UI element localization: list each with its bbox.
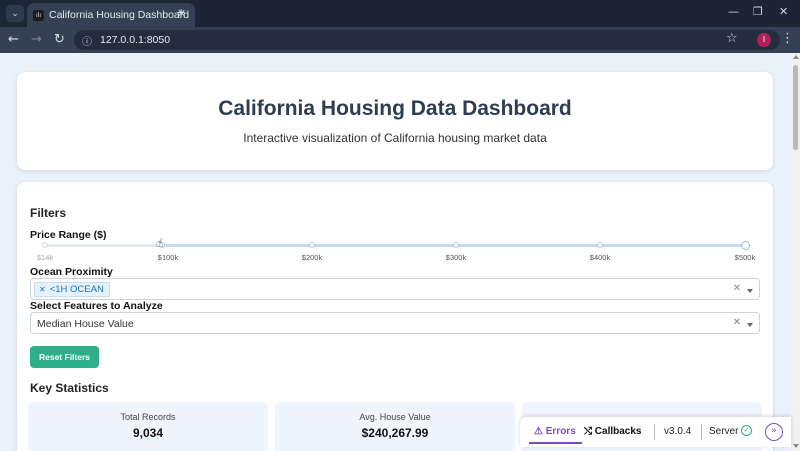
chevron-down-icon[interactable] bbox=[747, 323, 753, 327]
key-statistics-heading: Key Statistics bbox=[30, 381, 109, 395]
filters-heading: Filters bbox=[30, 206, 67, 220]
divider bbox=[701, 424, 702, 440]
browser-tab-bar: ⌄ ılı California Housing Dashboard ✕ + —… bbox=[0, 0, 800, 27]
filters-card: Filters Price Range ($) ☝ $14k $100k $20… bbox=[17, 182, 773, 451]
scroll-down-icon[interactable] bbox=[793, 444, 799, 448]
reset-filters-button[interactable]: Reset Filters bbox=[30, 346, 99, 368]
restore-icon[interactable]: ❐ bbox=[753, 5, 763, 18]
debug-collapse-icon[interactable]: » bbox=[765, 423, 783, 441]
slider-tick-label: $400k bbox=[589, 253, 611, 262]
slider-tick-label: $200k bbox=[301, 253, 323, 262]
slider-tick-label: $500k bbox=[734, 253, 756, 262]
chip-remove-icon[interactable]: ✕ bbox=[39, 285, 46, 294]
features-selected-value: Median House Value bbox=[37, 318, 134, 330]
slider-tick-label: $14k bbox=[36, 253, 54, 262]
clear-icon[interactable]: ✕ bbox=[733, 317, 741, 328]
favicon-icon: ılı bbox=[33, 10, 44, 21]
page-subtitle: Interactive visualization of California … bbox=[243, 131, 547, 145]
slider-mark-14k[interactable] bbox=[42, 242, 48, 248]
errors-tab-underline bbox=[529, 442, 582, 444]
browser-menu-icon[interactable]: ⋮ bbox=[781, 31, 794, 46]
slider-mark-400k[interactable] bbox=[597, 242, 603, 248]
address-bar[interactable]: ⓘ 127.0.0.1:8050 ☆ bbox=[74, 30, 780, 50]
tab-title: California Housing Dashboard bbox=[49, 9, 190, 21]
tab-search-button[interactable]: ⌄ bbox=[6, 5, 24, 22]
debug-callbacks-label: Callbacks bbox=[594, 426, 642, 437]
page-viewport: California Housing Data Dashboard Intera… bbox=[0, 53, 800, 451]
debug-errors-label: Errors bbox=[545, 426, 576, 437]
stat-card-avg-house-value: Avg. House Value $240,267.99 bbox=[275, 402, 515, 451]
ocean-proximity-dropdown[interactable]: ✕ <1H OCEAN ✕ bbox=[30, 278, 760, 300]
back-icon[interactable]: ← bbox=[8, 32, 19, 47]
dash-version: v3.0.4 bbox=[664, 426, 692, 437]
reload-icon[interactable]: ↻ bbox=[54, 32, 65, 47]
clear-icon[interactable]: ✕ bbox=[733, 283, 741, 294]
new-tab-icon[interactable]: + bbox=[177, 4, 185, 20]
debug-errors-tab[interactable]: ⚠ Errors bbox=[534, 426, 576, 437]
stat-value: $240,267.99 bbox=[361, 426, 429, 440]
features-dropdown[interactable]: Median House Value ✕ bbox=[30, 312, 760, 334]
site-info-icon[interactable]: ⓘ bbox=[82, 33, 92, 48]
bookmark-star-icon[interactable]: ☆ bbox=[726, 31, 738, 46]
price-range-label: Price Range ($) bbox=[30, 229, 107, 241]
dash-debug-menu: ⚠ Errors ⤭ Callbacks v3.0.4 Server ✓ » bbox=[520, 417, 791, 447]
stat-label: Total Records bbox=[120, 412, 176, 422]
window-close-icon[interactable]: ✕ bbox=[779, 5, 788, 18]
header-card: California Housing Data Dashboard Intera… bbox=[17, 72, 773, 170]
minimize-icon[interactable]: — bbox=[728, 5, 739, 18]
features-label: Select Features to Analyze bbox=[30, 300, 163, 312]
stat-value: 9,034 bbox=[132, 426, 164, 440]
chip-label: <1H OCEAN bbox=[49, 284, 104, 295]
slider-mark-200k[interactable] bbox=[309, 242, 315, 248]
stat-label: Avg. House Value bbox=[359, 412, 431, 422]
url-text: 127.0.0.1:8050 bbox=[100, 34, 171, 46]
browser-tab[interactable]: ılı California Housing Dashboard ✕ bbox=[27, 3, 195, 27]
server-ok-check-icon: ✓ bbox=[741, 425, 752, 436]
hand-cursor-icon: ☝ bbox=[156, 236, 164, 250]
scroll-up-icon[interactable] bbox=[793, 55, 799, 59]
ocean-proximity-label: Ocean Proximity bbox=[30, 266, 113, 278]
slider-handle-high[interactable] bbox=[741, 241, 750, 250]
page-title: California Housing Data Dashboard bbox=[218, 97, 572, 120]
slider-tick-label: $100k bbox=[157, 253, 179, 262]
chevron-down-icon[interactable] bbox=[747, 289, 753, 293]
page-scrollbar[interactable] bbox=[791, 53, 800, 451]
stat-card-total-records: Total Records 9,034 bbox=[28, 402, 268, 451]
selected-chip: ✕ <1H OCEAN bbox=[34, 282, 110, 297]
divider bbox=[654, 424, 655, 440]
scroll-thumb[interactable] bbox=[793, 65, 798, 150]
profile-avatar[interactable]: I bbox=[757, 33, 771, 47]
slider-tick-label: $300k bbox=[445, 253, 467, 262]
forward-icon[interactable]: → bbox=[31, 32, 42, 47]
browser-toolbar: ← → ↻ ⓘ 127.0.0.1:8050 ☆ bbox=[0, 27, 800, 53]
slider-mark-300k[interactable] bbox=[453, 242, 459, 248]
debug-callbacks-tab[interactable]: ⤭ Callbacks bbox=[584, 426, 641, 437]
server-status-label: Server bbox=[709, 426, 739, 437]
